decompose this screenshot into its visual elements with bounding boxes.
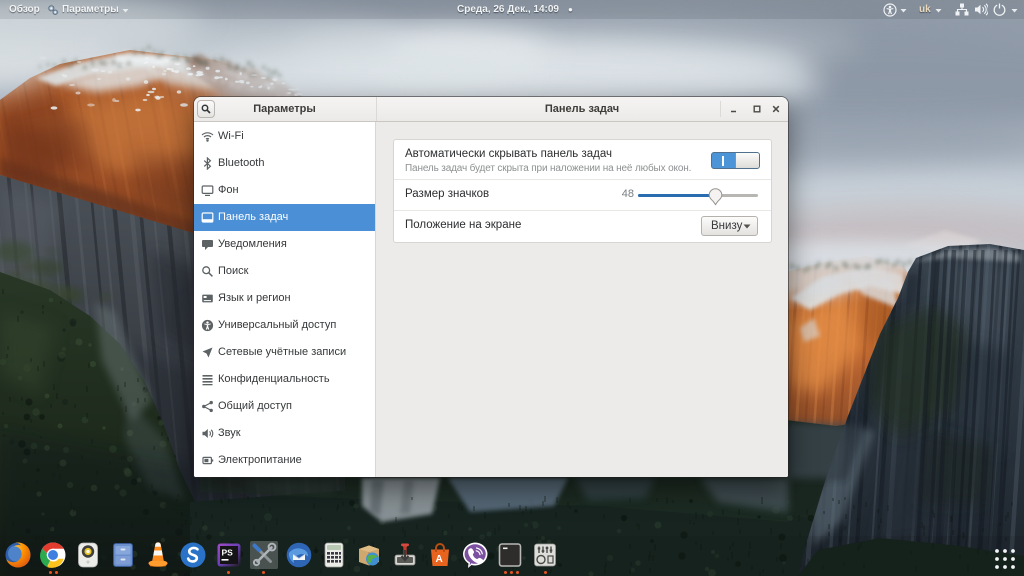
svg-text:A: A: [436, 554, 443, 565]
svg-text:PS: PS: [222, 548, 234, 558]
